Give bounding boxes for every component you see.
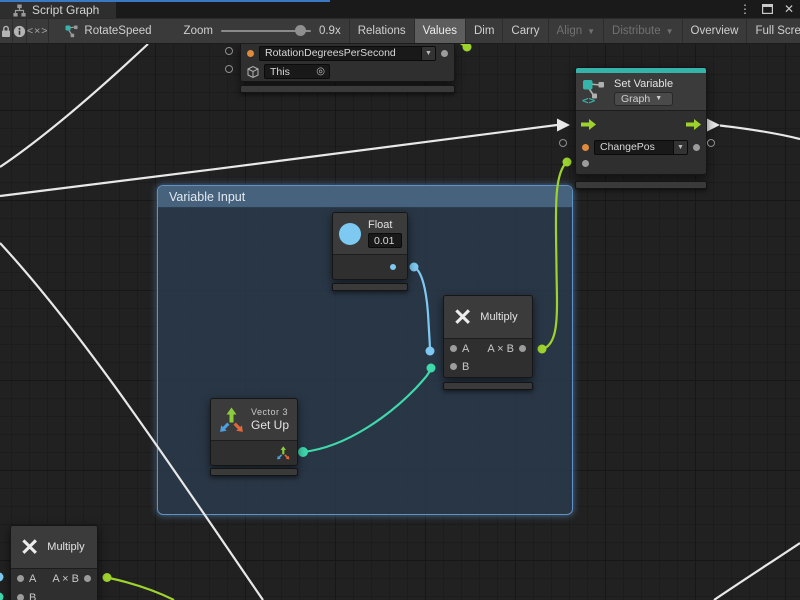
variable-output-port[interactable] (441, 50, 448, 57)
multiply-out-port[interactable] (519, 345, 526, 352)
node-title: Set Variable (614, 78, 673, 90)
gameobject-cube-icon (247, 66, 259, 78)
multiply-out-port[interactable] (84, 575, 91, 582)
multiply-a-port[interactable] (450, 345, 457, 352)
node-multiply-center[interactable]: ✕ Multiply A A × B B (443, 295, 533, 378)
code-icon: <×> (27, 25, 48, 37)
carry-button[interactable]: Carry (503, 19, 548, 43)
info-button[interactable] (13, 19, 27, 43)
float-value-field[interactable]: 0.01 (368, 233, 402, 248)
node-type-label: Vector 3 (251, 407, 289, 417)
node-set-variable-footer (575, 181, 707, 189)
graph-name: RotateSpeed (84, 25, 151, 37)
script-graph-window: Variable Input RotationDegreesPerSe (0, 0, 800, 600)
node-get-variable[interactable]: RotationDegreesPerSecond ▼ This ◎ (240, 44, 455, 82)
zoom-control: Zoom 0.9x (162, 19, 350, 43)
graph-breadcrumb[interactable]: RotateSpeed (49, 19, 161, 43)
unconnected-port[interactable] (707, 139, 715, 147)
window-tab-bar: Script Graph ⋮ ✕ (0, 0, 800, 18)
dim-button[interactable]: Dim (466, 19, 503, 43)
relations-button[interactable]: Relations (350, 19, 415, 43)
target-object-field[interactable]: This ◎ (264, 64, 330, 79)
chevron-down-icon: ▼ (655, 95, 662, 102)
values-button[interactable]: Values (415, 19, 466, 43)
zoom-value: 0.9x (319, 25, 341, 37)
set-variable-name-dropdown[interactable]: ChangePos ▼ (594, 140, 688, 155)
info-icon (13, 25, 26, 38)
multiply-icon: ✕ (20, 536, 39, 559)
float-output-port[interactable] (390, 264, 396, 270)
control-output-port[interactable] (686, 119, 701, 130)
node-vector3-get-up[interactable]: Vector 3 Get Up (210, 398, 298, 466)
tab-title: Script Graph (32, 3, 99, 17)
value-output-port[interactable] (693, 144, 700, 151)
node-get-variable-footer (240, 85, 455, 93)
node-float[interactable]: Float 0.01 (332, 212, 408, 280)
control-input-port[interactable] (581, 119, 596, 130)
float-circle-icon (339, 223, 361, 245)
node-set-variable[interactable]: <> Set Variable Graph ▼ ChangePos (575, 67, 707, 175)
chevron-down-icon: ▼ (587, 27, 595, 36)
zoom-slider[interactable] (221, 30, 311, 32)
node-float-footer (332, 283, 408, 291)
unconnected-port[interactable] (225, 47, 233, 55)
node-title: Get Up (251, 418, 289, 432)
value-input-port[interactable] (582, 160, 589, 167)
node-title: Multiply (47, 541, 84, 553)
chevron-down-icon: ▼ (421, 47, 435, 60)
vector3-output-port[interactable] (276, 446, 290, 460)
window-menu-icon[interactable]: ⋮ (739, 2, 751, 16)
set-variable-icon: <> (582, 79, 608, 105)
window-close-icon[interactable]: ✕ (784, 2, 794, 16)
node-title: Multiply (480, 311, 517, 323)
multiply-b-port[interactable] (450, 363, 457, 370)
distribute-button[interactable]: Distribute▼ (604, 19, 683, 43)
lock-button[interactable] (0, 19, 13, 43)
chevron-down-icon: ▼ (666, 27, 674, 36)
node-multiply-bottom[interactable]: ✕ Multiply A A × B B (10, 525, 98, 600)
chevron-down-icon: ▼ (673, 141, 687, 154)
graph-asset-icon (65, 25, 78, 38)
multiply-icon: ✕ (453, 306, 472, 329)
svg-text:<>: <> (582, 94, 596, 105)
unconnected-port[interactable] (225, 65, 233, 73)
group-header[interactable]: Variable Input (158, 186, 572, 208)
zoom-slider-handle[interactable] (295, 25, 306, 36)
object-picker-icon[interactable]: ◎ (316, 66, 329, 77)
multiply-b-port[interactable] (17, 594, 24, 600)
overview-button[interactable]: Overview (683, 19, 748, 43)
variable-name-dropdown[interactable]: RotationDegreesPerSecond ▼ (259, 46, 436, 61)
window-maximize-icon[interactable] (762, 4, 773, 14)
multiply-a-port[interactable] (17, 575, 24, 582)
variable-kind-port[interactable] (247, 50, 254, 57)
script-graph-icon (13, 4, 26, 17)
align-button[interactable]: Align▼ (549, 19, 605, 43)
variable-scope-dropdown[interactable]: Graph ▼ (614, 92, 673, 106)
node-vector3-footer (210, 468, 298, 476)
lock-icon (0, 25, 12, 38)
unconnected-port[interactable] (559, 139, 567, 147)
variable-kind-port[interactable] (582, 144, 589, 151)
graph-toolbar: <×> RotateSpeed Zoom 0.9x Relations Val (0, 18, 800, 44)
vector3-arrows-icon (218, 407, 244, 433)
full-screen-button[interactable]: Full Screen (747, 19, 800, 43)
tab-script-graph[interactable]: Script Graph (0, 2, 116, 18)
code-preview-button[interactable]: <×> (27, 19, 49, 43)
node-multiply-center-footer (443, 382, 533, 390)
zoom-label: Zoom (184, 25, 213, 37)
node-title: Float (368, 219, 392, 231)
group-title: Variable Input (169, 190, 245, 204)
